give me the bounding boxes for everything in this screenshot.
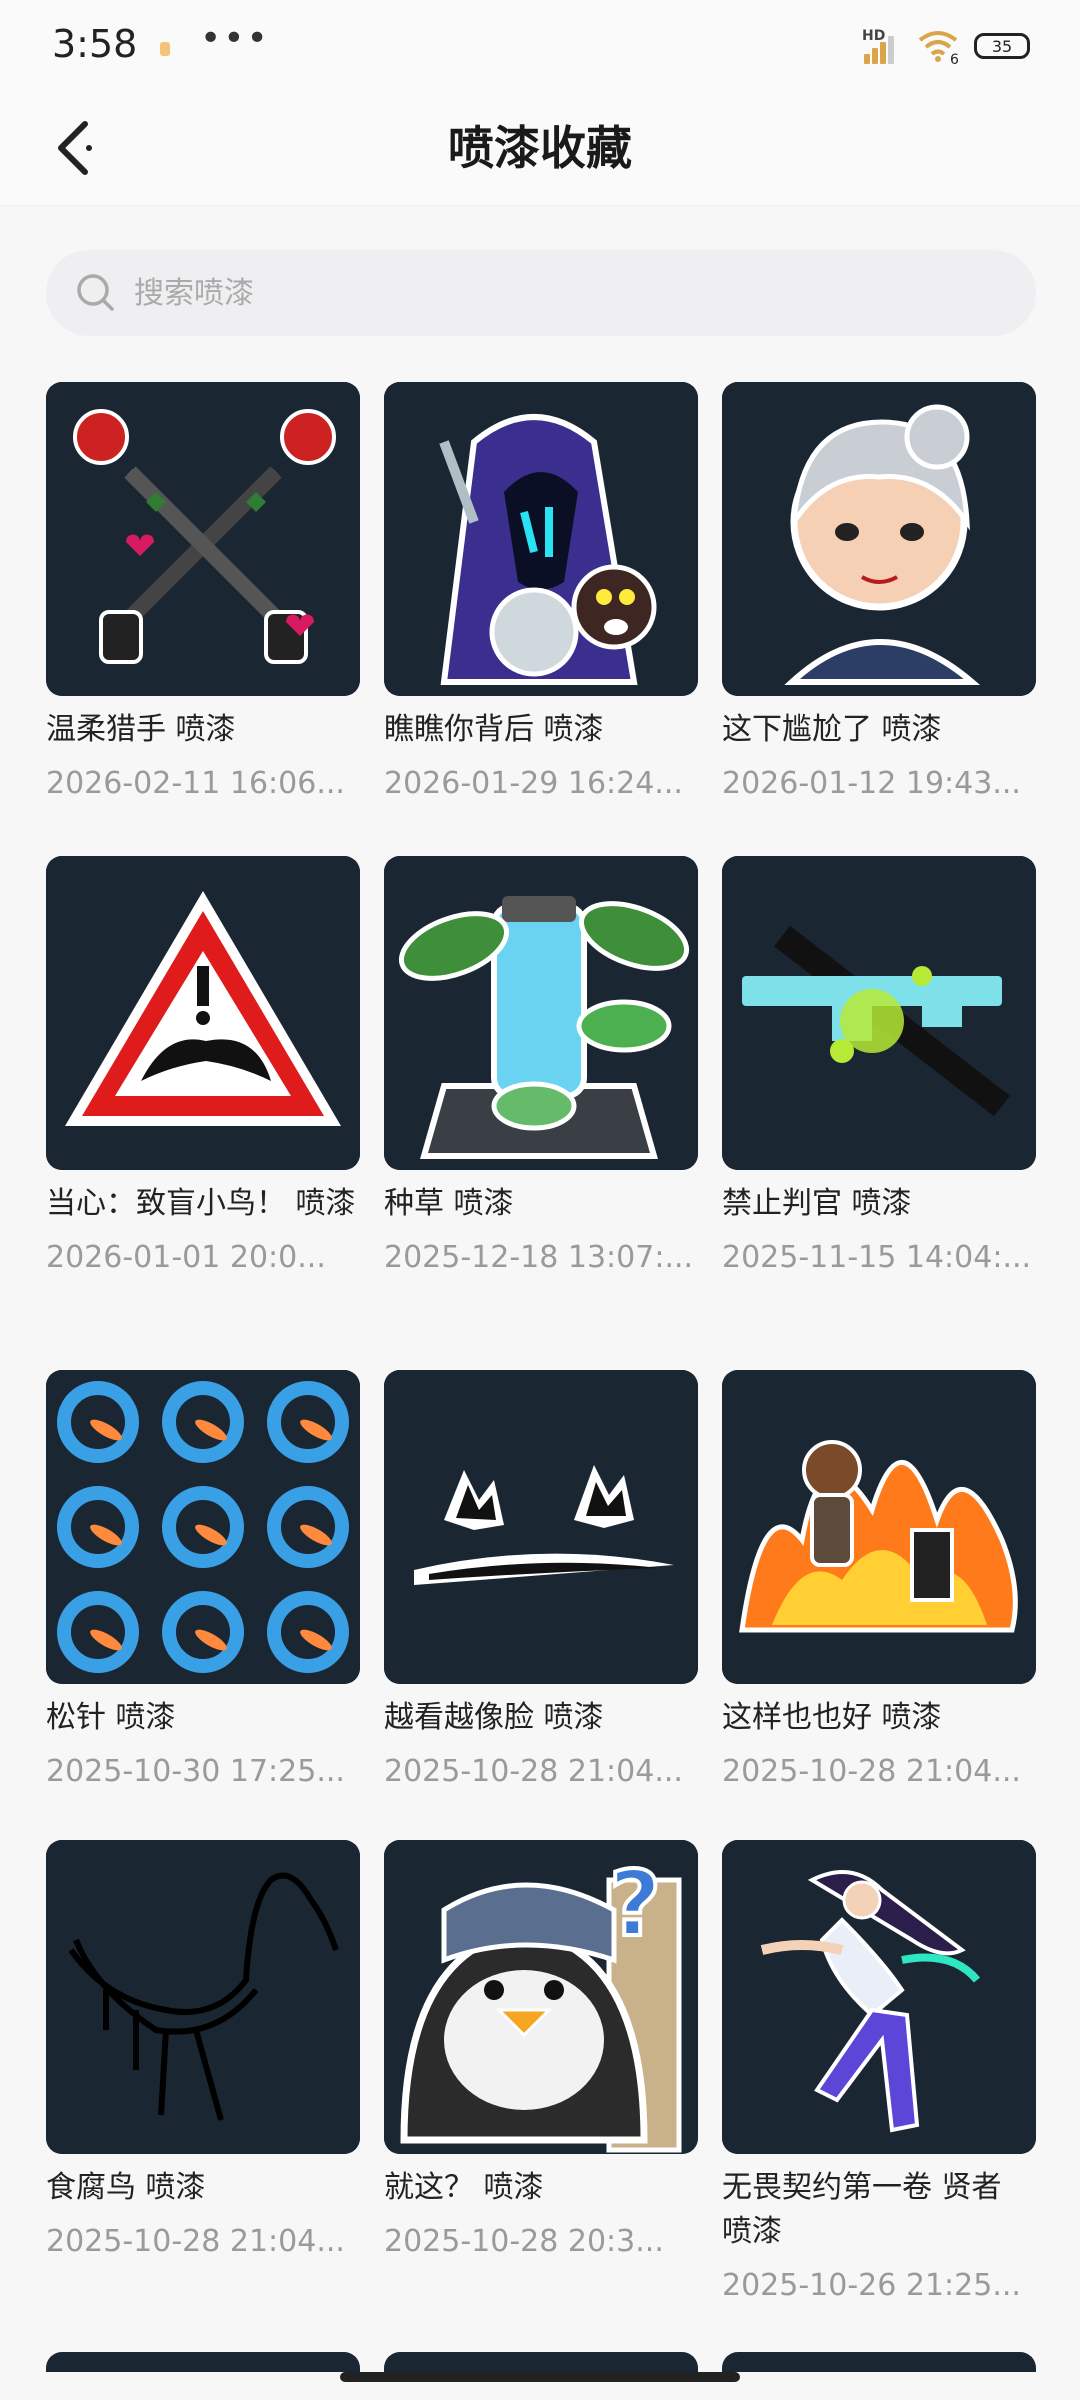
spray-title: 这下尴尬了 喷漆 — [722, 712, 942, 747]
spray-card-partial[interactable] — [722, 2352, 1036, 2372]
spray-date: 2026-01-12 19:43... — [722, 766, 1021, 801]
page-title: 喷漆收藏 — [448, 121, 632, 175]
hooded-figure-spray-thumbnail — [384, 382, 698, 696]
spray-date: 2025-10-28 21:04... — [384, 1754, 683, 1789]
spray-card[interactable]: 禁止判官 喷漆 2025-11-15 14:04:... — [722, 856, 1036, 1280]
spray-title: 禁止判官 喷漆 — [722, 1186, 912, 1221]
face-cracks-spray-thumbnail — [384, 1370, 698, 1684]
status-more-icon: ••• — [200, 18, 270, 59]
spray-date: 2025-10-30 17:25... — [46, 1754, 345, 1789]
wifi-icon: 6 — [916, 28, 960, 68]
spray-title: 无畏契约第一卷 贤者 喷漆 — [722, 2170, 1002, 2249]
sage-agent-spray-thumbnail — [722, 1840, 1036, 2154]
spray-card-partial[interactable] — [46, 2352, 360, 2372]
no-shotgun-spray-thumbnail — [722, 856, 1036, 1170]
spray-date: 2026-01-01 20:0... — [46, 1240, 326, 1275]
koi-waves-spray-thumbnail — [46, 1370, 360, 1684]
spray-card[interactable]: 无畏契约第一卷 贤者 喷漆 2025-10-26 21:25... — [722, 1840, 1036, 2308]
spray-title: 食腐鸟 喷漆 — [46, 2170, 206, 2205]
roses-revolvers-spray-thumbnail — [46, 382, 360, 696]
spray-date: 2025-10-28 21:04... — [46, 2224, 345, 2259]
spray-card[interactable]: ? 就这？ 喷漆 2025-10-28 20:3... — [384, 1840, 698, 2264]
spray-card[interactable]: 温柔猎手 喷漆 2026-02-11 16:06... — [46, 382, 360, 806]
spray-date: 2025-12-18 13:07:... — [384, 1240, 694, 1275]
spray-title: 就这？ 喷漆 — [384, 2170, 544, 2205]
spray-date: 2025-10-28 20:3... — [384, 2224, 664, 2259]
warning-sign-spray-thumbnail — [46, 856, 360, 1170]
penguin-question-spray-thumbnail: ? — [384, 1840, 698, 2154]
chibi-agent-spray-thumbnail — [722, 382, 1036, 696]
spray-date: 2026-01-29 16:24... — [384, 766, 683, 801]
search-bar[interactable] — [46, 250, 1036, 336]
search-icon — [77, 274, 114, 311]
home-indicator[interactable] — [340, 2372, 740, 2382]
spray-card[interactable]: 这样也也好 喷漆 2025-10-28 21:04... — [722, 1370, 1036, 1794]
spray-card[interactable]: 食腐鸟 喷漆 2025-10-28 21:04... — [46, 1840, 360, 2264]
spray-card[interactable]: 松针 喷漆 2025-10-30 17:25... — [46, 1370, 360, 1794]
spray-title: 种草 喷漆 — [384, 1186, 514, 1221]
ibis-sketch-spray-thumbnail — [46, 1840, 360, 2154]
spray-date: 2025-10-28 21:04... — [722, 1754, 1021, 1789]
status-time: 3:58 — [52, 22, 138, 66]
spray-card-partial[interactable] — [384, 2352, 698, 2372]
fire-agent-spray-thumbnail — [722, 1370, 1036, 1684]
nav-bar: 喷漆收藏 — [0, 95, 1080, 206]
status-bar: 3:58 ••• HD 6 35 — [0, 0, 1080, 95]
spray-card[interactable]: 这下尴尬了 喷漆 2026-01-12 19:43... — [722, 382, 1036, 806]
spray-title: 当心：致盲小鸟！ 喷漆 — [46, 1186, 356, 1221]
battery-icon: 35 — [974, 33, 1030, 59]
signal-icon: HD — [862, 28, 902, 64]
spray-title: 瞧瞧你背后 喷漆 — [384, 712, 604, 747]
spray-date: 2025-11-15 14:04:... — [722, 1240, 1032, 1275]
spray-date: 2026-02-11 16:06... — [46, 766, 345, 801]
plant-canister-spray-thumbnail — [384, 856, 698, 1170]
spray-card[interactable]: 当心：致盲小鸟！ 喷漆 2026-01-01 20:0... — [46, 856, 360, 1280]
spray-title: 松针 喷漆 — [46, 1700, 176, 1735]
svg-text:6: 6 — [950, 52, 959, 64]
search-input[interactable] — [132, 274, 936, 312]
status-icons: HD 6 35 — [862, 28, 1030, 68]
spray-card[interactable]: 越看越像脸 喷漆 2025-10-28 21:04... — [384, 1370, 698, 1794]
spray-date: 2025-10-26 21:25... — [722, 2268, 1021, 2303]
spray-title: 越看越像脸 喷漆 — [384, 1700, 604, 1735]
spray-card[interactable]: 瞧瞧你背后 喷漆 2026-01-29 16:24... — [384, 382, 698, 806]
spray-card[interactable]: 种草 喷漆 2025-12-18 13:07:... — [384, 856, 698, 1280]
svg-text:?: ? — [609, 1852, 661, 1957]
spray-title: 温柔猎手 喷漆 — [46, 712, 236, 747]
notification-dot-icon — [160, 42, 170, 56]
spray-title: 这样也也好 喷漆 — [722, 1700, 942, 1735]
